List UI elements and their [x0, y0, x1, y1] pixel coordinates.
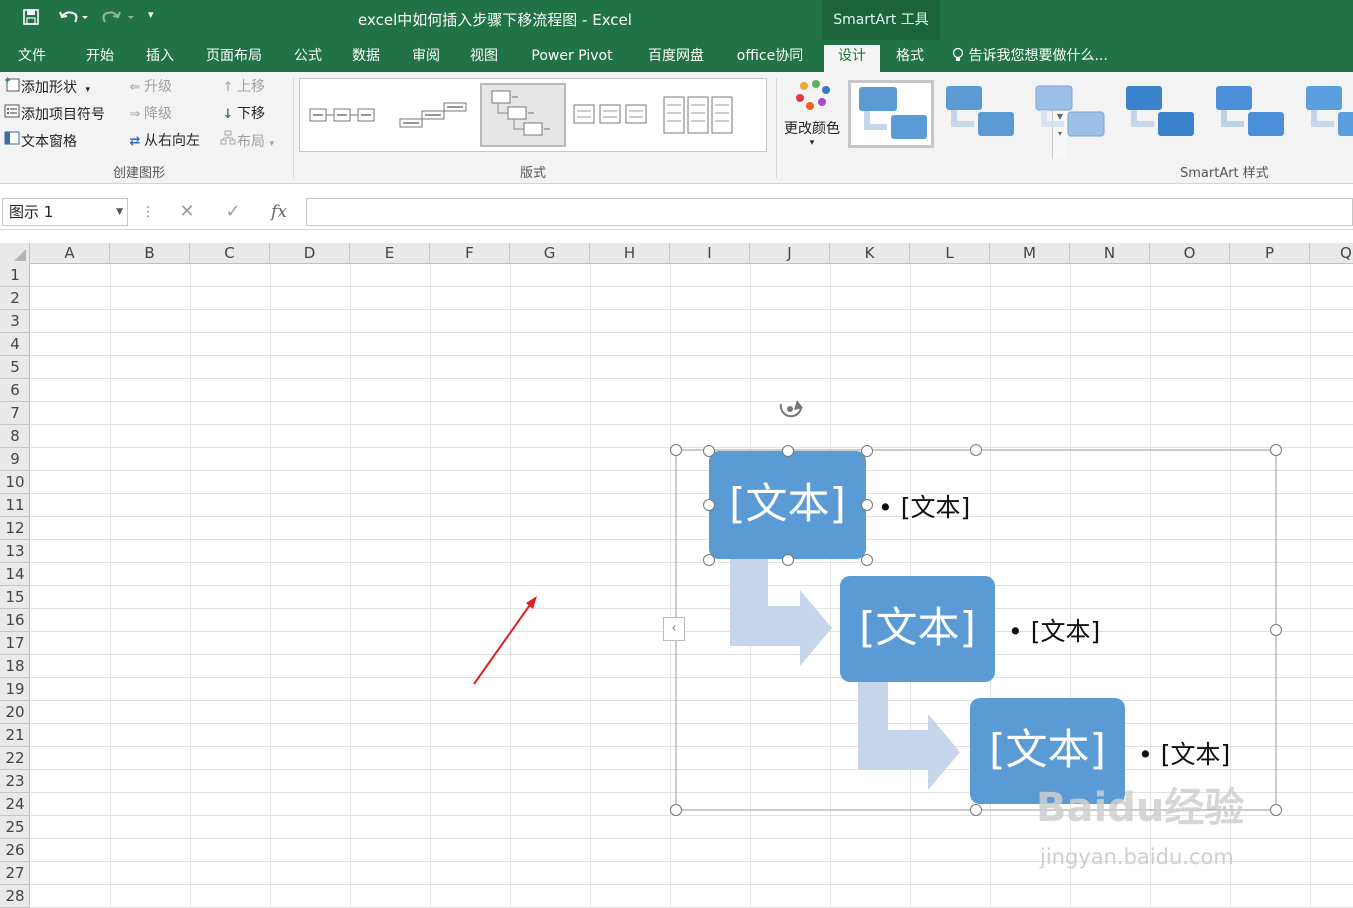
node-resize-handle[interactable]	[861, 554, 873, 566]
node-resize-handle[interactable]	[782, 554, 794, 566]
rotate-handle-icon[interactable]	[779, 400, 803, 418]
smartart-node[interactable]: [文本]	[840, 576, 995, 682]
node-resize-handle[interactable]	[861, 445, 873, 457]
resize-handle[interactable]	[1270, 624, 1282, 636]
node-resize-handle[interactable]	[861, 499, 873, 511]
node-resize-handle[interactable]	[703, 445, 715, 457]
watermark-logo: Baidu经验	[1036, 785, 1245, 831]
node-resize-handle[interactable]	[703, 554, 715, 566]
smartart-bullet-text[interactable]: • [文本]	[1008, 612, 1100, 648]
connector-arrow	[858, 682, 960, 790]
connector-arrow	[730, 558, 832, 666]
smartart-bullet-text[interactable]: • [文本]	[1138, 735, 1230, 771]
text-pane-toggle[interactable]: ‹	[663, 617, 685, 641]
node-resize-handle[interactable]	[703, 499, 715, 511]
watermark-url: jingyan.baidu.com	[1040, 845, 1234, 869]
smartart-node[interactable]: [文本]	[709, 451, 866, 559]
smartart-graphic: [文本] [文本] [文本] • [文本] • [文本] • [文本] ‹ Ba…	[0, 0, 1353, 908]
smartart-bullet-text[interactable]: • [文本]	[878, 488, 970, 524]
chevron-left-icon: ‹	[671, 621, 677, 636]
resize-handle[interactable]	[970, 804, 982, 816]
node-resize-handle[interactable]	[782, 445, 794, 457]
resize-handle[interactable]	[1270, 804, 1282, 816]
resize-handle[interactable]	[670, 804, 682, 816]
resize-handle[interactable]	[970, 444, 982, 456]
resize-handle[interactable]	[1270, 444, 1282, 456]
resize-handle[interactable]	[670, 444, 682, 456]
annotation-arrow	[473, 601, 533, 685]
